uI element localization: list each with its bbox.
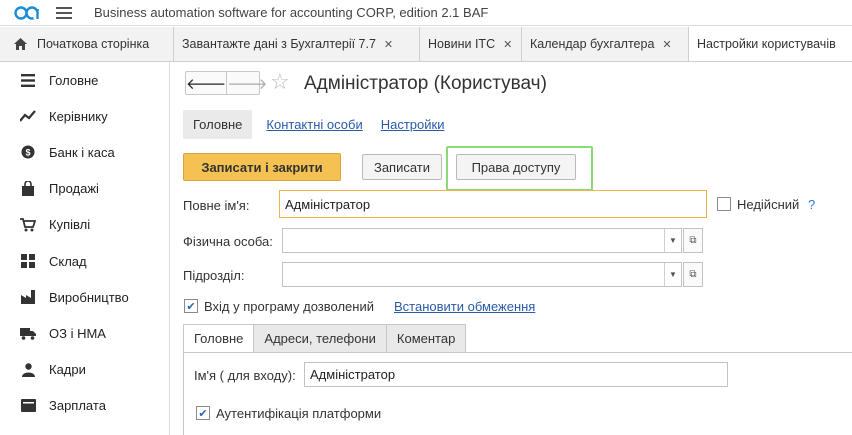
sidebar-item-warehouse[interactable]: Склад (0, 243, 169, 279)
inner-tab-main[interactable]: Головне (183, 324, 255, 352)
inner-tab-addresses[interactable]: Адреси, телефони (253, 324, 387, 352)
tab-label: Завантажте дані з Бухгалтерії 7.7 (182, 37, 376, 51)
sidebar-item-salary[interactable]: Зарплата (0, 388, 169, 424)
sidebar-item-label: Керівнику (49, 108, 108, 124)
department-label: Підрозділ: (183, 268, 245, 283)
person-label: Фізична особа: (183, 234, 273, 249)
open-record-icon[interactable]: ⧉ (683, 262, 703, 287)
invalid-label: Недійсний (737, 197, 800, 212)
sidebar-item-fixed-assets[interactable]: ОЗ і НМА (0, 315, 169, 351)
subtab-settings[interactable]: Настройки (377, 117, 449, 132)
cart-icon (20, 217, 36, 233)
person-icon (20, 362, 36, 378)
page-title: Адміністратор (Користувач) (304, 73, 547, 94)
tab-label: Календар бухгалтера (530, 37, 655, 51)
login-allowed-checkbox[interactable]: ✔ (184, 299, 198, 313)
form-subtabs: Головне Контактні особи Настройки (183, 109, 448, 139)
sidebar: Головне Керівнику $ Банк і каса Продажі … (0, 62, 170, 435)
subtab-contacts[interactable]: Контактні особи (262, 117, 366, 132)
sidebar-item-label: ОЗ і НМА (49, 325, 106, 341)
coin-icon: $ (20, 144, 36, 160)
sidebar-item-label: Банк і каса (49, 144, 115, 160)
save-button[interactable]: Записати (362, 154, 442, 180)
tab-home[interactable]: Початкова сторінка (0, 27, 174, 61)
login-name-label: Ім'я ( для входу): (194, 368, 296, 383)
favorite-star-icon[interactable]: ☆ (270, 69, 290, 95)
tab-accountant-calendar[interactable]: Календар бухгалтера ✕ (522, 27, 689, 61)
help-icon[interactable]: ? (808, 197, 815, 212)
svg-text:$: $ (25, 148, 30, 158)
menu-lines-icon (20, 72, 36, 88)
user-form: 🡐 🡒 ☆ Адміністратор (Користувач) Головне… (171, 62, 852, 435)
tab-news-its[interactable]: Новини ІТС ✕ (420, 27, 522, 61)
trend-icon (20, 108, 36, 124)
login-name-input[interactable]: Адміністратор (304, 362, 728, 387)
truck-icon (20, 325, 36, 341)
sidebar-item-purchases[interactable]: Купівлі (0, 207, 169, 243)
full-name-input[interactable]: Адміністратор (279, 190, 707, 218)
full-name-label: Повне ім'я: (183, 198, 250, 213)
sidebar-item-production[interactable]: Виробництво (0, 279, 169, 315)
sidebar-item-main[interactable]: Головне (0, 62, 169, 98)
sidebar-item-label: Купівлі (49, 217, 91, 233)
tab-import-accounting[interactable]: Завантажте дані з Бухгалтерії 7.7 ✕ (174, 27, 420, 61)
wallet-icon (20, 398, 36, 414)
tab-label: Настройки користувачів (697, 37, 836, 51)
sidebar-item-label: Кадри (49, 362, 86, 378)
subtab-main[interactable]: Головне (183, 109, 253, 139)
sidebar-item-sales[interactable]: Продажі (0, 171, 169, 207)
person-input[interactable]: ▼ (282, 228, 682, 253)
shopping-bag-icon (20, 181, 36, 197)
tab-label: Початкова сторінка (37, 37, 150, 51)
save-and-close-button[interactable]: Записати і закрити (183, 153, 341, 181)
title-bar: Business automation software for account… (0, 0, 852, 26)
home-icon (14, 38, 27, 50)
close-icon[interactable]: ✕ (662, 38, 671, 51)
hamburger-menu-icon[interactable] (56, 6, 72, 19)
forward-arrow-icon[interactable]: 🡒 (227, 72, 267, 94)
invalid-checkbox[interactable] (717, 197, 731, 211)
platform-auth-checkbox[interactable]: ✔ (196, 406, 210, 420)
set-restrictions-link[interactable]: Встановити обмеження (394, 299, 535, 314)
sidebar-item-label: Зарплата (49, 398, 106, 414)
open-record-icon[interactable]: ⧉ (683, 228, 703, 253)
open-tabs-bar: Початкова сторінка Завантажте дані з Бух… (0, 27, 852, 62)
factory-icon (20, 289, 36, 305)
login-allowed-label: Вхід у програму дозволений (204, 299, 374, 314)
app-title: Business automation software for account… (94, 5, 489, 20)
navigation-buttons: 🡐 🡒 (185, 71, 267, 95)
access-rights-button[interactable]: Права доступу (456, 154, 576, 180)
close-icon[interactable]: ✕ (384, 38, 393, 51)
sidebar-item-label: Головне (49, 72, 99, 88)
platform-auth-label: Аутентифікація платформи (216, 406, 382, 421)
sidebar-item-hr[interactable]: Кадри (0, 352, 169, 388)
sidebar-item-label: Продажі (49, 181, 99, 197)
department-input[interactable]: ▼ (282, 262, 682, 287)
close-icon[interactable]: ✕ (503, 38, 512, 51)
chevron-down-icon[interactable]: ▼ (664, 263, 681, 286)
chevron-down-icon[interactable]: ▼ (664, 229, 681, 252)
inner-tabs: Головне Адреси, телефони Коментар (183, 324, 467, 352)
tab-user-settings[interactable]: Настройки користувачів (689, 27, 852, 61)
sidebar-item-label: Склад (49, 253, 87, 269)
app-logo-icon[interactable] (14, 5, 40, 21)
inner-tab-comment[interactable]: Коментар (385, 324, 467, 352)
grid-icon (20, 253, 36, 269)
sidebar-item-label: Виробництво (49, 289, 129, 305)
tab-label: Новини ІТС (428, 37, 496, 51)
back-arrow-icon[interactable]: 🡐 (186, 72, 228, 94)
sidebar-item-bank[interactable]: $ Банк і каса (0, 134, 169, 170)
sidebar-item-manager[interactable]: Керівнику (0, 98, 169, 134)
